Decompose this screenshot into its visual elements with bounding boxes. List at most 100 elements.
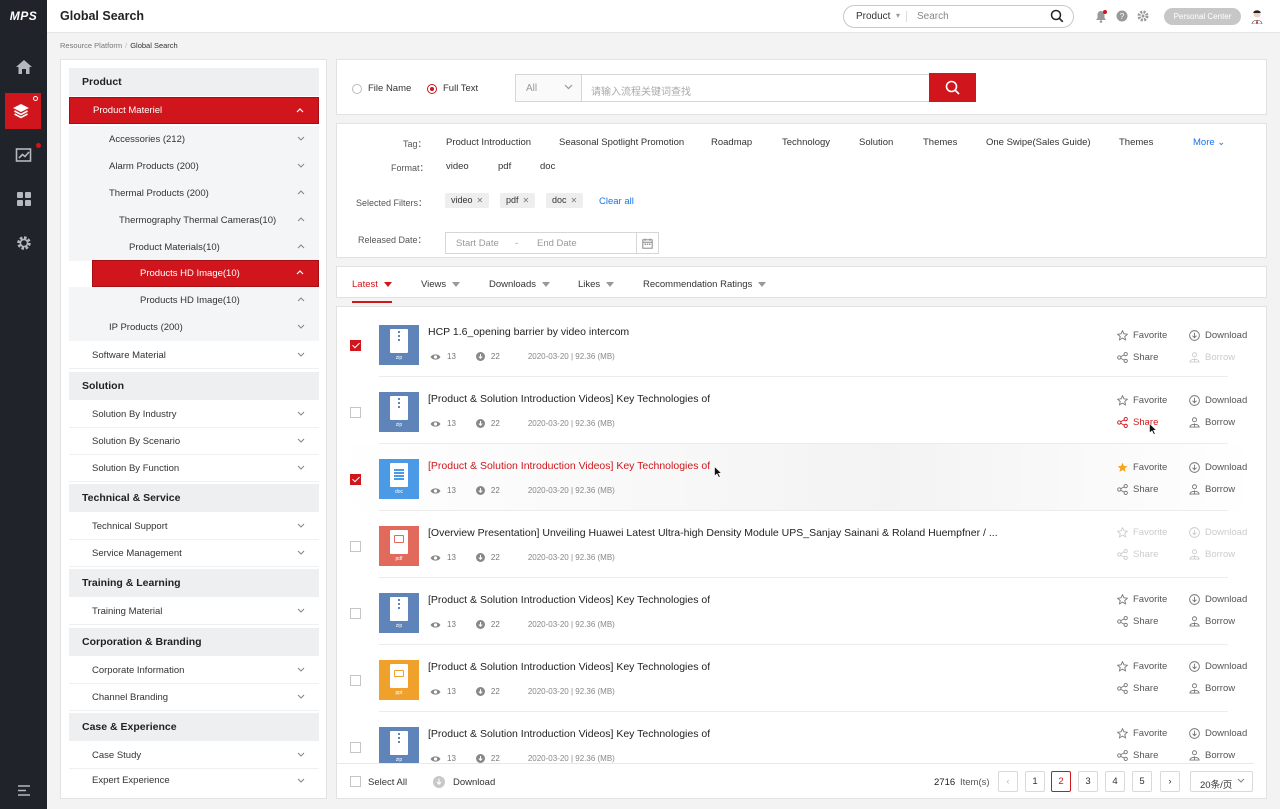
tag-option[interactable]: Technology (782, 137, 830, 148)
favorite-button[interactable]: Favorite (1117, 330, 1167, 341)
result-title[interactable]: HCP 1.6_opening barrier by video interco… (428, 326, 629, 338)
sidebar-group-solution[interactable]: Solution (69, 372, 319, 400)
favorite-button[interactable]: Favorite (1117, 661, 1167, 672)
result-row[interactable]: ppt [Product & Solution Introduction Vid… (337, 645, 1254, 712)
page-button[interactable]: 4 (1105, 771, 1125, 792)
favorite-button[interactable]: Favorite (1117, 527, 1167, 538)
row-checkbox[interactable] (350, 407, 361, 418)
more-tags-button[interactable]: More ⌄ (1193, 137, 1225, 148)
favorite-button[interactable]: Favorite (1117, 728, 1167, 739)
sidebar-item-alarm-products[interactable]: Alarm Products (200) (69, 153, 319, 180)
select-all-label[interactable]: Select All (368, 777, 407, 788)
sort-ratings[interactable]: Recommendation Ratings (643, 279, 767, 290)
sidebar-item-expert-experience[interactable]: Expert Experience (69, 767, 319, 794)
sidebar-item-software-material[interactable]: Software Material (69, 342, 319, 369)
sidebar-item-technical-support[interactable]: Technical Support (69, 513, 319, 540)
filter-chip[interactable]: video ✕ (445, 193, 490, 208)
sidebar-item-solution-by-scenario[interactable]: Solution By Scenario (69, 428, 319, 455)
result-row[interactable]: pdf [Overview Presentation] Unveiling Hu… (337, 511, 1254, 578)
sidebar-item-solution-by-function[interactable]: Solution By Function (69, 455, 319, 482)
borrow-button[interactable]: Borrow (1189, 484, 1235, 495)
page-button[interactable]: 1 (1025, 771, 1045, 792)
keyword-search-input[interactable]: 请输入流程关键词查找 (581, 74, 930, 102)
tag-option[interactable]: One Swipe(Sales Guide) (986, 137, 1091, 148)
sort-likes[interactable]: Likes (578, 279, 615, 290)
sidebar-item-products-hd-image-active[interactable]: Products HD Image(10) (92, 260, 319, 287)
download-button[interactable]: Download (1189, 330, 1247, 341)
sidebar-item-ip-products[interactable]: IP Products (200) (69, 314, 319, 341)
sort-latest[interactable]: Latest (352, 279, 392, 303)
search-scope-select[interactable]: All (515, 74, 582, 102)
result-title[interactable]: [Product & Solution Introduction Videos]… (428, 460, 710, 472)
personal-center-button[interactable]: Personal Center (1164, 8, 1241, 25)
share-button[interactable]: Share (1117, 683, 1158, 694)
filter-chip[interactable]: pdf ✕ (500, 193, 536, 208)
share-button[interactable]: Share (1117, 616, 1158, 627)
download-button[interactable]: Download (1189, 728, 1247, 739)
sidebar-item-products-hd-image[interactable]: Products HD Image(10) (69, 287, 319, 314)
page-button-current[interactable]: 2 (1051, 771, 1071, 792)
filter-chip[interactable]: doc ✕ (546, 193, 584, 208)
sidebar-group-technical-service[interactable]: Technical & Service (69, 484, 319, 512)
bell-icon[interactable] (1095, 10, 1107, 23)
sort-downloads[interactable]: Downloads (489, 279, 550, 290)
close-icon[interactable]: ✕ (477, 196, 484, 205)
row-checkbox[interactable] (350, 474, 361, 485)
page-button[interactable]: 3 (1078, 771, 1098, 792)
result-row[interactable]: zip [Product & Solution Introduction Vid… (337, 578, 1254, 645)
next-page-button[interactable]: › (1160, 771, 1180, 792)
breadcrumb-root[interactable]: Resource Platform (60, 41, 122, 50)
result-title[interactable]: [Product & Solution Introduction Videos]… (428, 661, 710, 673)
sidebar-item-thermal-products[interactable]: Thermal Products (200) (69, 180, 319, 207)
start-date-input[interactable]: Start Date (456, 238, 499, 249)
help-icon[interactable]: ? (1116, 10, 1128, 22)
full-text-radio[interactable]: Full Text (427, 83, 478, 94)
favorite-button[interactable]: Favorite (1117, 594, 1167, 605)
apps-nav-button[interactable] (0, 181, 47, 217)
tag-option[interactable]: Themes (1119, 137, 1153, 148)
global-search-input[interactable]: Search (917, 11, 949, 22)
select-all-checkbox[interactable] (350, 776, 361, 787)
tag-option[interactable]: Solution (859, 137, 893, 148)
borrow-button[interactable]: Borrow (1189, 683, 1235, 694)
settings-nav-button[interactable] (0, 225, 47, 261)
calendar-icon[interactable] (636, 233, 658, 253)
global-search-box[interactable]: Product ▾ Search (843, 5, 1074, 28)
result-title[interactable]: [Product & Solution Introduction Videos]… (428, 728, 710, 740)
sidebar-item-product-materiel[interactable]: Product Materiel (69, 97, 319, 124)
sidebar-item-training-material[interactable]: Training Material (69, 598, 319, 625)
download-button[interactable]: Download (1189, 594, 1247, 605)
bulk-download-button[interactable]: Download (453, 777, 495, 788)
sidebar-item-corporate-information[interactable]: Corporate Information (69, 657, 319, 684)
file-name-radio[interactable]: File Name (352, 83, 411, 94)
row-checkbox[interactable] (350, 340, 361, 351)
sidebar-group-training-learning[interactable]: Training & Learning (69, 569, 319, 597)
row-checkbox[interactable] (350, 608, 361, 619)
format-option[interactable]: video (446, 161, 469, 172)
download-button[interactable]: Download (1189, 661, 1247, 672)
prev-page-button[interactable]: ‹ (998, 771, 1018, 792)
tag-option[interactable]: Themes (923, 137, 957, 148)
avatar[interactable] (1251, 9, 1263, 24)
page-size-select[interactable]: 20条/页 (1190, 771, 1253, 792)
home-nav-button[interactable] (0, 49, 47, 85)
search-button[interactable] (929, 73, 976, 102)
close-icon[interactable]: ✕ (523, 196, 530, 205)
collapse-menu-button[interactable] (0, 772, 47, 808)
close-icon[interactable]: ✕ (571, 196, 578, 205)
row-checkbox[interactable] (350, 541, 361, 552)
result-title[interactable]: [Product & Solution Introduction Videos]… (428, 393, 710, 405)
result-row[interactable]: zip HCP 1.6_opening barrier by video int… (337, 310, 1254, 377)
sidebar-item-thermography-cameras[interactable]: Thermography Thermal Cameras(10) (69, 207, 319, 234)
borrow-button[interactable]: Borrow (1189, 616, 1235, 627)
tag-option[interactable]: Roadmap (711, 137, 752, 148)
favorite-button[interactable]: Favorite (1117, 462, 1167, 473)
date-range-picker[interactable]: Start Date - End Date (445, 232, 659, 254)
borrow-button[interactable]: Borrow (1189, 352, 1235, 363)
clear-all-link[interactable]: Clear all (599, 196, 634, 207)
download-button[interactable]: Download (1189, 527, 1247, 538)
borrow-button[interactable]: Borrow (1189, 417, 1235, 428)
share-button[interactable]: Share (1117, 549, 1158, 560)
share-button[interactable]: Share (1117, 484, 1158, 495)
borrow-button[interactable]: Borrow (1189, 549, 1235, 560)
